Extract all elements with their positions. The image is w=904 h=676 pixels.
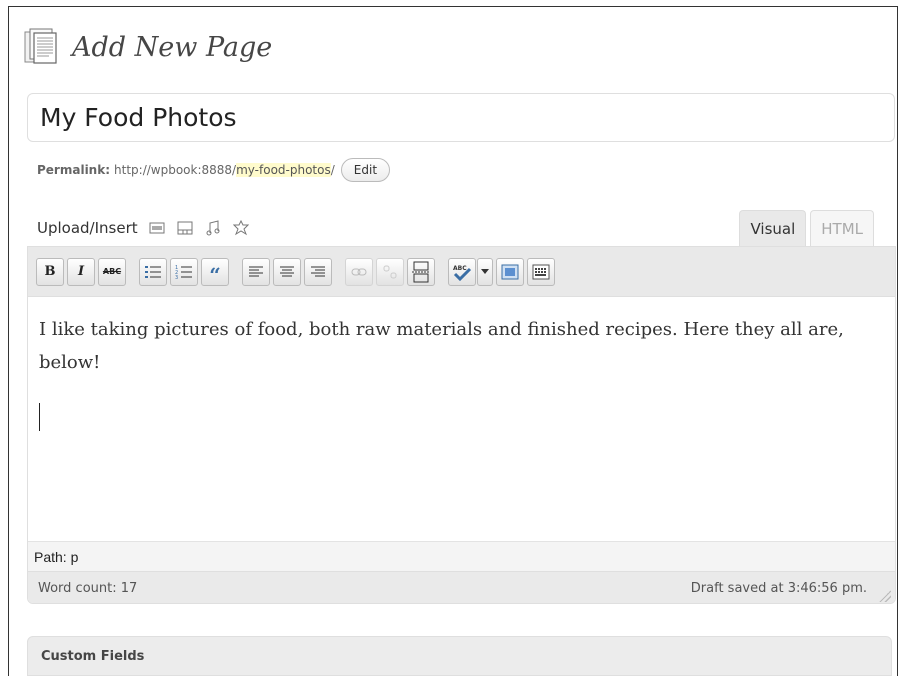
permalink-row: Permalink: http://wpbook:8888/ my-food-p… <box>37 155 391 185</box>
custom-fields-title: Custom Fields <box>41 649 145 664</box>
bold-button[interactable]: B <box>36 257 64 286</box>
editor-path-bar: Path: p <box>28 541 895 571</box>
align-left-button[interactable] <box>242 257 270 286</box>
custom-fields-box[interactable]: Custom Fields <box>27 636 892 676</box>
align-center-button[interactable] <box>273 257 301 286</box>
tab-visual[interactable]: Visual <box>739 210 807 246</box>
spellcheck-language-dropdown[interactable] <box>477 257 493 286</box>
kitchen-sink-button[interactable] <box>527 257 555 286</box>
permalink-base-url: http://wpbook:8888/ <box>114 163 237 177</box>
permalink-trailing-slash: / <box>330 163 335 177</box>
svg-text:ABC: ABC <box>453 265 467 272</box>
blockquote-icon: “ <box>209 262 221 287</box>
svg-text:3: 3 <box>175 275 178 280</box>
bullet-list-button[interactable] <box>139 257 167 286</box>
align-center-icon <box>280 266 294 276</box>
text-cursor <box>39 403 40 431</box>
more-tag-icon <box>412 261 430 282</box>
chevron-down-icon <box>481 268 489 274</box>
page-title: Add New Page <box>72 31 273 63</box>
kitchen-sink-icon <box>532 264 550 279</box>
editor-toolbar: B I ABC 123 “ ABC <box>28 247 895 297</box>
bold-icon: B <box>44 264 56 279</box>
numbered-list-button[interactable]: 123 <box>170 257 198 286</box>
link-icon <box>351 268 367 275</box>
unlink-icon <box>383 265 397 278</box>
editor-status-bar: Word count: 17 Draft saved at 3:46:56 pm… <box>28 571 895 603</box>
element-path: Path: p <box>34 548 79 565</box>
spellcheck-button[interactable]: ABC <box>448 257 476 286</box>
permalink-label: Permalink: <box>37 163 111 177</box>
edit-permalink-button[interactable]: Edit <box>340 158 391 182</box>
italic-button[interactable]: I <box>67 257 95 286</box>
resize-handle-icon[interactable] <box>879 590 891 602</box>
align-left-icon <box>249 266 263 276</box>
align-right-icon <box>311 266 325 276</box>
editor-tabs: Visual HTML <box>735 210 874 246</box>
image-icon[interactable] <box>148 219 166 237</box>
media-icon[interactable] <box>232 219 250 237</box>
strikethrough-button[interactable]: ABC <box>98 257 126 286</box>
permalink-slug[interactable]: my-food-photos <box>236 163 331 177</box>
video-icon[interactable] <box>176 219 194 237</box>
post-title-input[interactable] <box>27 93 895 142</box>
editor-content-area[interactable]: I like taking pictures of food, both raw… <box>28 297 895 541</box>
draft-saved-status: Draft saved at 3:46:56 pm. <box>690 581 867 596</box>
audio-icon[interactable] <box>204 219 222 237</box>
bullet-list-icon <box>145 265 161 278</box>
insert-link-button[interactable] <box>345 257 373 286</box>
content-editor: B I ABC 123 “ ABC I like taking pictures… <box>27 246 896 604</box>
fullscreen-icon <box>501 264 519 279</box>
spellcheck-icon: ABC <box>453 265 472 281</box>
pages-icon <box>24 27 58 67</box>
align-right-button[interactable] <box>304 257 332 286</box>
insert-more-button[interactable] <box>407 257 435 286</box>
upload-insert-label: Upload/Insert <box>37 219 138 237</box>
blockquote-button[interactable]: “ <box>201 257 229 287</box>
page-heading: Add New Page <box>24 22 272 72</box>
tab-html[interactable]: HTML <box>810 210 874 246</box>
word-count: Word count: 17 <box>38 581 138 596</box>
numbered-list-icon: 123 <box>175 265 192 280</box>
unlink-button[interactable] <box>376 257 404 286</box>
editor-paragraph: I like taking pictures of food, both raw… <box>39 319 844 373</box>
italic-icon: I <box>77 264 85 279</box>
fullscreen-button[interactable] <box>496 257 524 286</box>
strikethrough-icon: ABC <box>102 267 122 276</box>
media-buttons: Upload/Insert <box>37 214 250 242</box>
